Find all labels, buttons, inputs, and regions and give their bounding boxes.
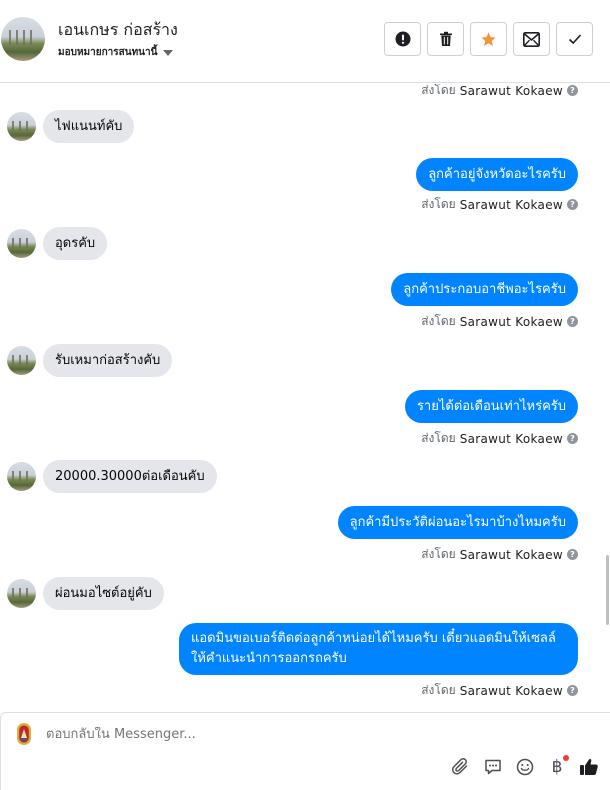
- sent-by-prefix: ส่งโดย: [421, 683, 456, 697]
- incoming-message: รับเหมาก่อสร้างคับ: [7, 344, 173, 377]
- message-bubble[interactable]: ไฟแนนท์คับ: [43, 110, 135, 143]
- page-avatar: [11, 721, 37, 747]
- sent-by-prefix: ส่งโดย: [421, 547, 456, 561]
- baht-icon: ฿: [551, 757, 563, 777]
- exclamation-circle-icon: [395, 31, 410, 47]
- sent-by-label: ส่งโดย Sarawut Kokaew ?: [421, 681, 578, 700]
- outgoing-message-bubble[interactable]: ลูกค้ามีประวัติผ่อนอะไรมาบ้างไหมครับ: [337, 506, 578, 539]
- inbox-icon: [523, 31, 540, 47]
- outgoing-message-bubble[interactable]: ลูกค้าอยู่จังหวัดอะไรครับ: [416, 158, 578, 191]
- assign-conversation-dropdown[interactable]: มอบหมายการสนทนานี้: [58, 45, 174, 60]
- incoming-message: 20000.30000ต่อเดือนคับ: [7, 460, 217, 493]
- reply-input[interactable]: [46, 727, 446, 742]
- sent-by-prefix: ส่งโดย: [421, 84, 456, 97]
- star-icon: [481, 31, 496, 46]
- sender-name[interactable]: Sarawut Kokaew: [460, 198, 563, 212]
- incoming-message: อุดรคับ: [7, 227, 108, 260]
- sender-name[interactable]: Sarawut Kokaew: [460, 315, 563, 329]
- delete-button[interactable]: [427, 22, 464, 56]
- sent-by-label: ส่งโดย Sarawut Kokaew ?: [421, 312, 578, 331]
- thumbs-up-icon: [580, 758, 598, 775]
- thread-scrollbar[interactable]: [606, 555, 609, 625]
- outgoing-message-bubble[interactable]: รายได้ต่อเดือนเท่าไหร่ครับ: [404, 390, 578, 423]
- info-icon[interactable]: ?: [567, 199, 578, 210]
- sent-by-label: ส่งโดย Sarawut Kokaew ?: [421, 429, 578, 448]
- mark-done-button[interactable]: [556, 22, 593, 56]
- like-button[interactable]: [579, 757, 599, 777]
- contact-name[interactable]: เอนเกษร ก่อสร้าง: [58, 18, 178, 43]
- sent-by-label: ส่งโดย Sarawut Kokaew ?: [421, 84, 578, 100]
- emoji-button[interactable]: [515, 757, 535, 777]
- mark-spam-button[interactable]: [384, 22, 421, 56]
- conversation-header: เอนเกษร ก่อสร้าง มอบหมายการสนทนานี้: [0, 0, 610, 83]
- move-to-inbox-button[interactable]: [513, 22, 550, 56]
- message-bubble[interactable]: 20000.30000ต่อเดือนคับ: [43, 460, 217, 493]
- contact-avatar-small[interactable]: [7, 462, 36, 491]
- sender-name[interactable]: Sarawut Kokaew: [460, 432, 563, 446]
- notification-dot: [563, 755, 569, 761]
- incoming-message: ผ่อนมอไซต์อยู่คับ: [7, 577, 164, 610]
- outgoing-message-bubble[interactable]: แอดมินขอเบอร์ติดต่อลูกค้าหน่อยได้ไหมครับ…: [179, 623, 578, 675]
- incoming-message: ไฟแนนท์คับ: [7, 110, 135, 143]
- contact-avatar-small[interactable]: [7, 346, 36, 375]
- contact-avatar[interactable]: [1, 17, 45, 61]
- sender-name[interactable]: Sarawut Kokaew: [460, 84, 563, 98]
- trash-icon: [439, 31, 452, 46]
- reply-composer: ฿: [0, 712, 610, 790]
- info-icon[interactable]: ?: [567, 316, 578, 327]
- chat-bubble-icon: [485, 759, 501, 775]
- contact-avatar-small[interactable]: [7, 112, 36, 141]
- smiley-icon: [516, 758, 534, 776]
- message-bubble[interactable]: ผ่อนมอไซต์อยู่คับ: [43, 577, 164, 610]
- contact-avatar-small[interactable]: [7, 229, 36, 258]
- message-thread[interactable]: ส่งโดย Sarawut Kokaew ? ไฟแนนท์คับ ลูกค้…: [0, 84, 610, 711]
- sender-name[interactable]: Sarawut Kokaew: [460, 684, 563, 698]
- paperclip-icon: [451, 757, 468, 775]
- composer-tools: ฿: [451, 755, 599, 777]
- assign-label: มอบหมายการสนทนานี้: [58, 47, 158, 58]
- info-icon[interactable]: ?: [567, 433, 578, 444]
- info-icon[interactable]: ?: [567, 685, 578, 696]
- saved-replies-button[interactable]: [483, 757, 503, 777]
- payment-button[interactable]: ฿: [547, 755, 569, 777]
- page-logo-icon: [17, 723, 31, 745]
- contact-avatar-small[interactable]: [7, 579, 36, 608]
- sent-by-prefix: ส่งโดย: [421, 431, 456, 445]
- sent-by-prefix: ส่งโดย: [421, 314, 456, 328]
- sent-by-prefix: ส่งโดย: [421, 197, 456, 211]
- sender-name[interactable]: Sarawut Kokaew: [460, 548, 563, 562]
- star-button[interactable]: [470, 22, 507, 56]
- chevron-down-icon: [163, 49, 174, 56]
- attach-button[interactable]: [451, 757, 471, 777]
- message-bubble[interactable]: อุดรคับ: [43, 227, 108, 260]
- info-icon[interactable]: ?: [567, 85, 578, 96]
- sent-by-label: ส่งโดย Sarawut Kokaew ?: [421, 545, 578, 564]
- message-bubble[interactable]: รับเหมาก่อสร้างคับ: [43, 344, 173, 377]
- checkmark-icon: [568, 34, 581, 45]
- outgoing-message-bubble[interactable]: ลูกค้าประกอบอาชีพอะไรครับ: [391, 273, 578, 306]
- header-actions: [384, 22, 593, 56]
- sent-by-label: ส่งโดย Sarawut Kokaew ?: [421, 195, 578, 214]
- info-icon[interactable]: ?: [567, 549, 578, 560]
